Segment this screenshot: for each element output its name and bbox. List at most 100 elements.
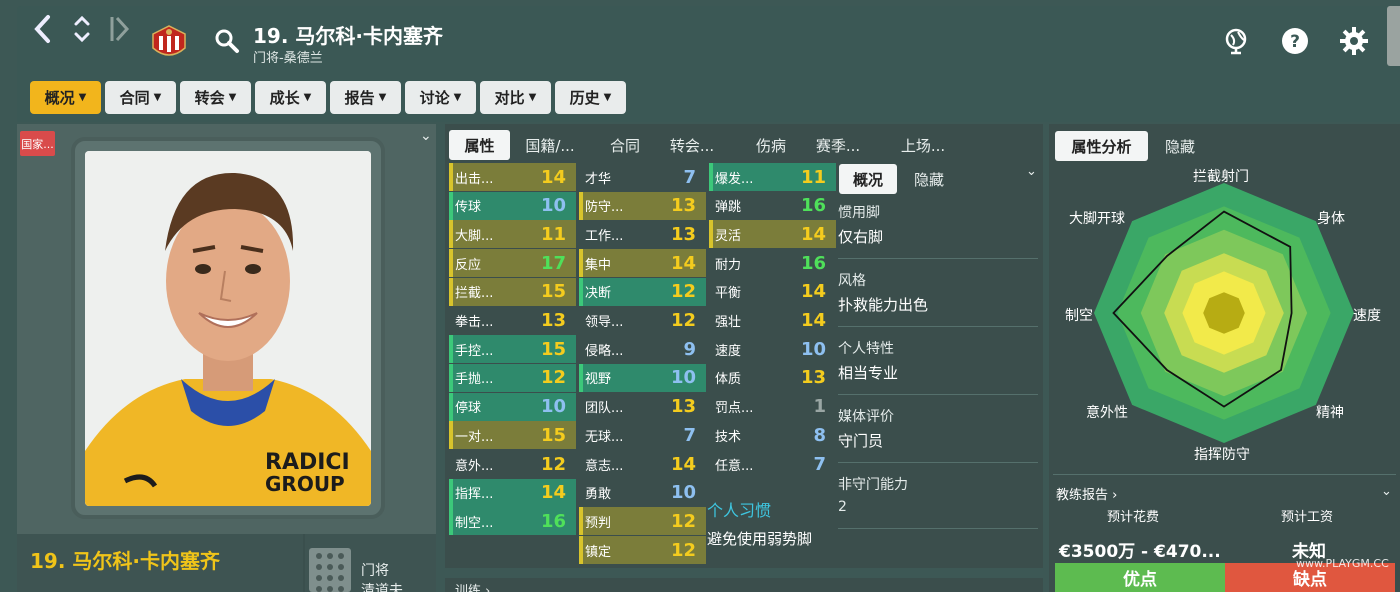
- attribute-row[interactable]: 领导... 12: [579, 307, 706, 335]
- attribute-row[interactable]: 速度 10: [709, 335, 836, 363]
- pitch-position-icon[interactable]: [309, 548, 351, 592]
- tab-discuss[interactable]: 讨论 ▼: [405, 81, 476, 114]
- next-icon[interactable]: [108, 14, 130, 50]
- attribute-row[interactable]: 无球... 7: [579, 421, 706, 449]
- attribute-row[interactable]: 任意... 7: [709, 450, 836, 478]
- attribute-row[interactable]: 停球 10: [449, 392, 576, 421]
- radar-label: 大脚开球: [1069, 211, 1125, 227]
- tab-appearances[interactable]: 上场...: [893, 130, 953, 160]
- attribute-row[interactable]: 弹跳 16: [709, 192, 836, 220]
- attribute-label: 平衡: [715, 286, 742, 302]
- attribute-label: 意外...: [455, 458, 494, 474]
- tab-analysis-hidden[interactable]: 隐藏: [1154, 131, 1206, 161]
- tab-attributes[interactable]: 属性: [449, 130, 510, 160]
- attribute-row[interactable]: 拳击... 13: [449, 307, 576, 335]
- chevron-down-icon[interactable]: ⌄: [1381, 484, 1392, 499]
- attribute-row[interactable]: 传球 10: [449, 191, 576, 220]
- tab-summary[interactable]: 概况: [839, 164, 897, 194]
- attribute-row[interactable]: 爆发... 11: [709, 163, 836, 191]
- tab-season[interactable]: 赛季...: [808, 130, 868, 160]
- attribute-row[interactable]: 手抛... 12: [449, 363, 576, 392]
- training-strip[interactable]: [445, 578, 1043, 592]
- tab-contract[interactable]: 合同 ▼: [105, 81, 176, 114]
- attribute-value: 14: [800, 310, 826, 331]
- attribute-row[interactable]: 指挥... 14: [449, 478, 576, 507]
- side-panel-handle[interactable]: [1387, 6, 1400, 66]
- attribute-row[interactable]: 镇定 12: [579, 536, 706, 565]
- tab-history[interactable]: 历史 ▼: [555, 81, 626, 114]
- attribute-label: 拳击...: [455, 315, 494, 330]
- attribute-row[interactable]: 决断 12: [579, 277, 706, 306]
- attribute-row[interactable]: 手控... 15: [449, 335, 576, 364]
- tab-transfer-sub[interactable]: 转会...: [662, 130, 722, 160]
- attribute-label: 停球: [455, 401, 482, 417]
- globe-icon[interactable]: [1222, 26, 1252, 56]
- attribute-row[interactable]: 耐力 16: [709, 249, 836, 277]
- tab-reports[interactable]: 报告 ▼: [330, 81, 401, 114]
- chevron-down-icon[interactable]: ⌄: [420, 128, 432, 144]
- tab-injuries[interactable]: 伤病: [744, 130, 798, 160]
- tab-development[interactable]: 成长 ▼: [255, 81, 326, 114]
- tab-nationality[interactable]: 国籍/...: [516, 130, 584, 160]
- attribute-row[interactable]: 集中 14: [579, 249, 706, 278]
- attribute-row[interactable]: 一对... 15: [449, 421, 576, 450]
- tab-attribute-analysis[interactable]: 属性分析: [1055, 131, 1148, 161]
- attribute-label: 团队...: [585, 401, 624, 417]
- attribute-row[interactable]: 平衡 14: [709, 278, 836, 306]
- attribute-row[interactable]: 工作... 13: [579, 220, 706, 248]
- tab-compare[interactable]: 对比 ▼: [480, 81, 551, 114]
- settings-icon[interactable]: [1339, 26, 1369, 56]
- attribute-highlight-mark: [709, 220, 713, 249]
- attribute-row[interactable]: 出击... 14: [449, 163, 576, 191]
- attribute-row[interactable]: 拦截... 15: [449, 277, 576, 306]
- attribute-row[interactable]: 技术 8: [709, 421, 836, 449]
- strengths-button[interactable]: 优点: [1055, 563, 1225, 592]
- up-down-icon[interactable]: [72, 14, 92, 50]
- tab-overview[interactable]: 概况 ▼: [30, 81, 101, 114]
- attribute-row[interactable]: 制空... 16: [449, 507, 576, 536]
- attribute-row[interactable]: 罚点... 1: [709, 393, 836, 421]
- coach-report-link[interactable]: 教练报告 ›: [1056, 484, 1117, 503]
- attribute-label: 集中: [585, 257, 612, 273]
- attribute-row[interactable]: 意志... 14: [579, 450, 706, 478]
- attribute-label: 手抛...: [455, 372, 494, 388]
- attribute-highlight-mark: [449, 277, 453, 306]
- traits-value[interactable]: 相当专业: [838, 362, 898, 383]
- attribute-row[interactable]: 大脚... 11: [449, 220, 576, 249]
- divider: [838, 394, 1038, 395]
- attribute-row[interactable]: 团队... 13: [579, 393, 706, 421]
- attribute-row[interactable]: 勇敢 10: [579, 479, 706, 507]
- club-crest-icon[interactable]: [149, 24, 189, 62]
- attribute-highlight-mark: [449, 249, 453, 278]
- attribute-row[interactable]: 体质 13: [709, 364, 836, 392]
- tab-transfer[interactable]: 转会 ▼: [180, 81, 251, 114]
- attribute-value: 7: [683, 166, 696, 188]
- attribute-row[interactable]: 才华 7: [579, 163, 706, 191]
- media-value: 守门员: [838, 432, 884, 450]
- player-subtitle[interactable]: 门将-桑德兰: [253, 47, 323, 66]
- attribute-value: 13: [540, 310, 566, 331]
- search-icon[interactable]: [214, 28, 240, 58]
- attribute-row[interactable]: 强壮 14: [709, 307, 836, 335]
- training-label[interactable]: 训练 ›: [455, 580, 490, 592]
- habit-item[interactable]: 避免使用弱势脚: [707, 528, 812, 549]
- chevron-down-icon[interactable]: ⌄: [1026, 164, 1037, 179]
- attribute-highlight-mark: [709, 335, 713, 363]
- help-icon[interactable]: ?: [1280, 26, 1310, 56]
- attribute-row[interactable]: 意外... 12: [449, 450, 576, 478]
- attribute-row[interactable]: 反应 17: [449, 249, 576, 278]
- attribute-row[interactable]: 防守... 13: [579, 191, 706, 220]
- attribute-label: 工作...: [585, 228, 624, 244]
- fee-label: 预计花费: [1107, 510, 1160, 525]
- attribute-row[interactable]: 灵活 14: [709, 220, 836, 249]
- attribute-radar: [1094, 183, 1354, 443]
- attribute-value: 9: [683, 338, 696, 360]
- tab-hidden[interactable]: 隐藏: [903, 164, 955, 194]
- tab-contract-sub[interactable]: 合同: [598, 130, 652, 160]
- nation-tag[interactable]: 国家...: [20, 131, 55, 156]
- style-label: 风格: [838, 273, 866, 289]
- attribute-row[interactable]: 预判 12: [579, 507, 706, 536]
- attribute-row[interactable]: 侵略... 9: [579, 335, 706, 363]
- attribute-row[interactable]: 视野 10: [579, 363, 706, 392]
- back-icon[interactable]: [32, 14, 54, 50]
